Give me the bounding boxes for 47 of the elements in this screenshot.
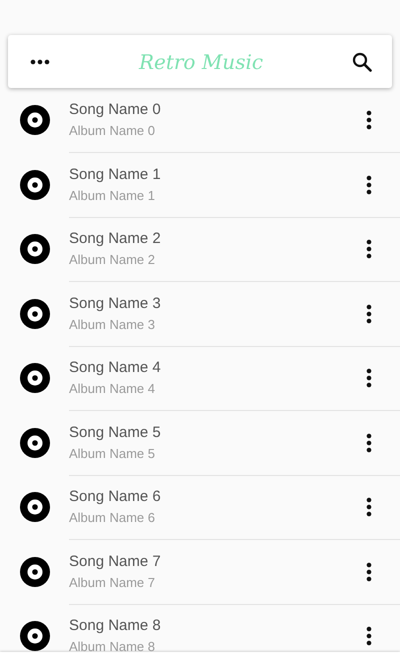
song-title: Song Name 5: [69, 424, 162, 441]
song-title: Song Name 2: [69, 230, 162, 248]
song-item[interactable]: Song Name 5 Album Name 5: [0, 410, 400, 475]
album-name: Album Name 8: [69, 639, 156, 652]
song-title: Song Name 7: [69, 552, 162, 570]
album-name: Album Name 3: [69, 316, 156, 332]
overflow-menu-icon[interactable]: [366, 562, 372, 582]
song-item[interactable]: Song Name 3 Album Name 3: [0, 282, 400, 346]
vinyl-icon: [20, 556, 50, 587]
song-item[interactable]: Song Name 1 Album Name 1: [0, 152, 400, 217]
song-item[interactable]: Song Name 2 Album Name 2: [0, 217, 400, 282]
song-title: Song Name 3: [69, 294, 162, 312]
vinyl-icon: [20, 105, 50, 136]
album-name: Album Name 6: [69, 510, 156, 526]
song-item[interactable]: Song Name 0 Album Name 0: [0, 88, 400, 152]
app-title: Retro Music: [138, 50, 264, 74]
album-name: Album Name 0: [69, 123, 156, 138]
song-title: Song Name 1: [69, 166, 162, 183]
vinyl-icon: [20, 621, 50, 652]
overflow-menu-icon[interactable]: [366, 110, 372, 130]
vinyl-icon: [20, 492, 50, 522]
album-name: Album Name 5: [69, 446, 156, 461]
vinyl-icon: [20, 298, 50, 329]
overflow-menu-icon[interactable]: [366, 368, 372, 388]
song-title: Song Name 0: [69, 101, 162, 118]
album-name: Album Name 1: [69, 188, 156, 203]
search-icon[interactable]: [352, 52, 372, 72]
overflow-menu-icon[interactable]: [366, 497, 372, 517]
vinyl-icon: [20, 428, 50, 458]
song-item[interactable]: Song Name 7 Album Name 7: [0, 540, 400, 604]
song-title: Song Name 4: [69, 359, 162, 376]
vinyl-icon: [20, 170, 50, 200]
song-item[interactable]: Song Name 4 Album Name 4: [0, 346, 400, 410]
more-icon[interactable]: [30, 58, 50, 64]
overflow-menu-icon[interactable]: [366, 432, 372, 452]
overflow-menu-icon[interactable]: [366, 174, 372, 194]
overflow-menu-icon[interactable]: [366, 626, 372, 646]
album-name: Album Name 4: [69, 381, 156, 396]
overflow-menu-icon[interactable]: [366, 239, 372, 259]
vinyl-icon: [20, 234, 50, 264]
album-name: Album Name 2: [69, 252, 156, 268]
song-title: Song Name 6: [69, 488, 162, 506]
song-title: Song Name 8: [69, 617, 162, 634]
album-name: Album Name 7: [69, 574, 156, 590]
song-item[interactable]: Song Name 6 Album Name 6: [0, 475, 400, 540]
vinyl-icon: [20, 363, 50, 394]
overflow-menu-icon[interactable]: [366, 304, 372, 324]
